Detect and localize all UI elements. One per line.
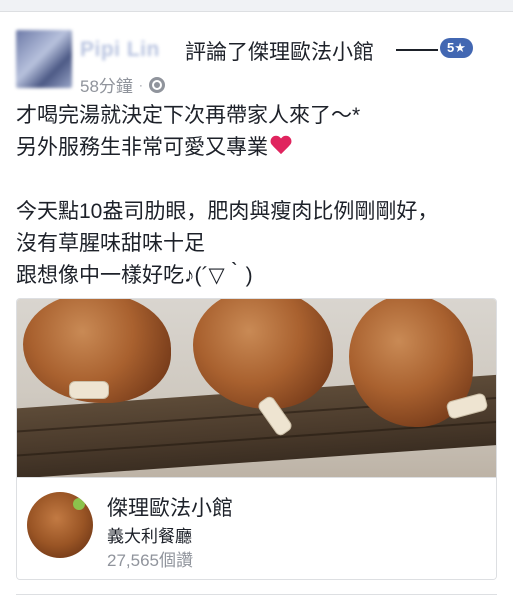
page-info[interactable]: 傑理歐法小館 義大利餐廳 27,565個讚 <box>17 477 496 579</box>
post-line: 另外服務生非常可愛又專業 <box>16 136 268 159</box>
post-line: 才喝完湯就決定下次再帶家人來了～* <box>16 104 361 127</box>
page-name[interactable]: 傑理歐法小館 <box>107 492 233 522</box>
pork-knuckle <box>193 299 333 409</box>
post-timestamp[interactable]: 58分鐘 <box>80 72 133 97</box>
food-photo[interactable] <box>17 299 496 477</box>
post-body: 才喝完湯就決定下次再帶家人來了～* 另外服務生非常可愛又專業 今天點10盎司肋眼… <box>16 100 506 292</box>
meta-separator: · <box>138 77 143 92</box>
author-avatar[interactable] <box>16 30 72 88</box>
action-dash <box>396 49 438 51</box>
top-divider <box>0 0 513 12</box>
bottom-divider <box>16 594 497 595</box>
bone <box>69 381 109 399</box>
page-likes-count: 27,565個讚 <box>107 551 193 570</box>
post-line-with-emoji: 另外服務生非常可愛又專業 <box>16 132 506 164</box>
post-line: 今天點10盎司肋眼，肥肉與瘦肉比例剛剛好， <box>16 200 439 223</box>
globe-icon[interactable] <box>148 76 165 93</box>
post-header: Pipi Lin 評論了傑理歐法小館 5★ 58分鐘 · <box>16 30 506 100</box>
post-meta: 58分鐘 · <box>80 72 165 97</box>
heart-icon <box>270 136 292 156</box>
post-line: 跟想像中一樣好吃♪(´▽｀) <box>16 264 253 287</box>
post-line: 沒有草腥味甜味十足 <box>16 232 205 255</box>
rating-badge: 5★ <box>440 38 473 58</box>
review-action-text[interactable]: 評論了傑理歐法小館 <box>185 36 374 66</box>
page-card[interactable]: 傑理歐法小館 義大利餐廳 27,565個讚 <box>16 298 497 580</box>
page-category: 義大利餐廳 <box>107 527 192 546</box>
page-avatar[interactable] <box>27 492 93 558</box>
review-post: Pipi Lin 評論了傑理歐法小館 5★ 58分鐘 · 才喝完湯就決定下次再帶… <box>0 12 513 600</box>
author-name[interactable]: Pipi Lin <box>80 38 160 62</box>
